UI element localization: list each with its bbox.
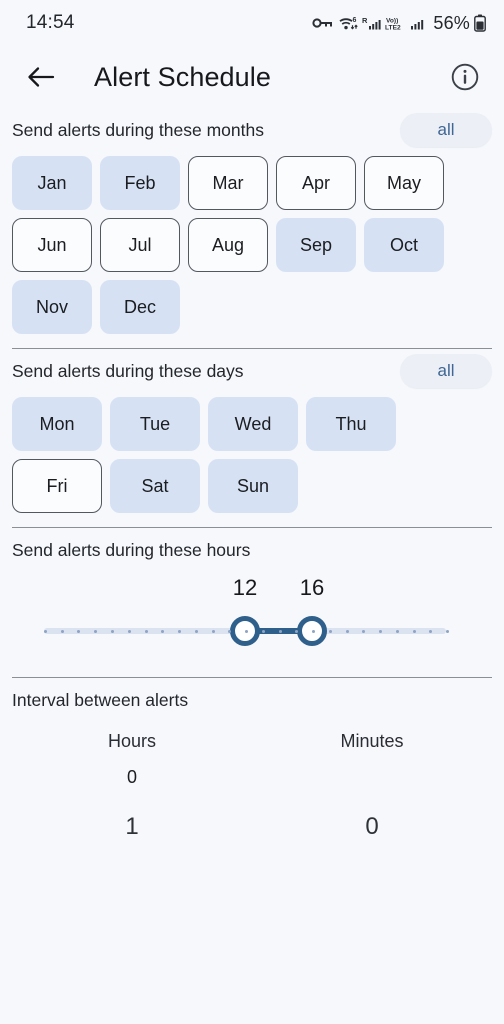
slider-tick — [94, 629, 98, 633]
month-chip-oct[interactable]: Oct — [364, 218, 444, 272]
status-icons: 6 R Vo)) LTE2 56% — [312, 13, 486, 34]
hours-range-slider[interactable]: 12 16 — [12, 571, 492, 663]
hours-section-label: Send alerts during these hours — [12, 540, 251, 560]
slider-tick — [295, 629, 299, 633]
days-chip-grid: Mon Tue Wed Thu Fri Sat Sun — [12, 393, 492, 513]
minutes-picker-item[interactable]: 0 — [365, 802, 378, 852]
minutes-picker[interactable]: Minutes 0 — [252, 717, 492, 852]
interval-section-label: Interval between alerts — [12, 690, 189, 710]
slider-tick — [328, 629, 332, 633]
months-chip-grid: Jan Feb Mar Apr May Jun Jul Aug Sep Oct Nov Dec — [12, 152, 492, 334]
days-section-label: Send alerts during these days — [12, 360, 244, 381]
slider-end-value: 16 — [299, 575, 325, 600]
hours-section: Send alerts during these hours 12 16 — [0, 528, 504, 663]
hours-picker[interactable]: Hours 01 — [12, 717, 252, 852]
days-all-button[interactable]: all — [400, 354, 492, 388]
minutes-picker-label: Minutes — [340, 731, 404, 751]
signal-roaming-icon: R — [362, 16, 381, 31]
slider-tick — [278, 629, 282, 633]
month-chip-may[interactable]: May — [364, 156, 444, 210]
hours-picker-label: Hours — [107, 731, 156, 751]
slider-tick — [446, 629, 449, 633]
app-bar: Alert Schedule — [0, 46, 504, 108]
month-chip-nov[interactable]: Nov — [12, 280, 92, 334]
day-chip-fri[interactable]: Fri — [12, 459, 102, 513]
month-chip-feb[interactable]: Feb — [100, 156, 180, 210]
slider-tick — [412, 629, 416, 633]
month-chip-jul[interactable]: Jul — [100, 218, 180, 272]
slider-tick — [261, 629, 265, 633]
slider-tick — [194, 629, 198, 633]
page-title: Alert Schedule — [94, 61, 272, 92]
status-bar: 14:54 6 R Vo)) LTE2 56% — [0, 0, 504, 46]
vpn-key-icon — [312, 16, 334, 30]
slider-tick — [60, 629, 64, 633]
days-section: Send alerts during these days all Mon Tue… — [0, 349, 504, 513]
months-section-label: Send alerts during these months — [12, 119, 264, 140]
months-all-button[interactable]: all — [400, 113, 492, 147]
slider-tick — [44, 629, 47, 633]
month-chip-jan[interactable]: Jan — [12, 156, 92, 210]
hours-picker-items[interactable]: 01 — [125, 752, 138, 852]
slider-start-value: 12 — [232, 575, 258, 600]
interval-picker-row: Hours 01 Minutes 0 — [12, 711, 492, 852]
months-section: Send alerts during these months all Jan F… — [0, 108, 504, 334]
slider-track[interactable]: 12 16 — [44, 575, 449, 646]
info-icon[interactable] — [448, 60, 482, 94]
month-chip-jun[interactable]: Jun — [12, 218, 92, 272]
svg-text:Vo)): Vo)) — [386, 17, 398, 24]
slider-tick — [228, 629, 232, 633]
interval-section: Interval between alerts Hours 01 Minutes… — [0, 678, 504, 852]
slider-tick — [211, 629, 215, 633]
day-chip-tue[interactable]: Tue — [110, 397, 200, 451]
slider-tick — [177, 629, 181, 633]
month-chip-dec[interactable]: Dec — [100, 280, 180, 334]
month-chip-aug[interactable]: Aug — [188, 218, 268, 272]
hours-picker-item[interactable]: 1 — [125, 802, 138, 852]
wifi-6-icon: 6 — [338, 16, 359, 31]
day-chip-wed[interactable]: Wed — [208, 397, 298, 451]
day-chip-thu[interactable]: Thu — [306, 397, 396, 451]
day-chip-sun[interactable]: Sun — [208, 459, 298, 513]
month-chip-sep[interactable]: Sep — [276, 218, 356, 272]
day-chip-mon[interactable]: Mon — [12, 397, 102, 451]
battery-icon — [474, 14, 486, 32]
slider-tick — [144, 629, 148, 633]
minutes-picker-items[interactable]: 0 — [365, 752, 378, 852]
signal-bars-icon — [411, 16, 426, 31]
day-chip-sat[interactable]: Sat — [110, 459, 200, 513]
slider-tick — [362, 629, 366, 633]
svg-text:R: R — [362, 16, 368, 25]
slider-tick — [379, 629, 382, 633]
minutes-picker-item[interactable] — [365, 752, 378, 802]
volte-lte2-icon: Vo)) LTE2 — [385, 16, 407, 31]
slider-tick — [311, 629, 315, 633]
svg-text:LTE2: LTE2 — [385, 24, 401, 31]
month-chip-mar[interactable]: Mar — [188, 156, 268, 210]
slider-tick — [161, 629, 165, 633]
months-section-header: Send alerts during these months all — [12, 108, 492, 152]
slider-tick — [345, 629, 349, 633]
battery-percent-label: 56% — [433, 12, 470, 33]
svg-text:6: 6 — [353, 17, 357, 24]
slider-tick — [110, 629, 114, 633]
status-clock: 14:54 — [26, 12, 75, 33]
slider-tick — [77, 629, 81, 633]
back-arrow-icon[interactable] — [24, 60, 58, 94]
hours-picker-item[interactable]: 0 — [125, 752, 138, 802]
slider-tick — [245, 629, 248, 633]
slider-tick — [395, 629, 399, 633]
slider-tick — [429, 629, 433, 633]
slider-tick — [127, 629, 131, 633]
month-chip-apr[interactable]: Apr — [276, 156, 356, 210]
days-section-header: Send alerts during these days all — [12, 349, 492, 393]
